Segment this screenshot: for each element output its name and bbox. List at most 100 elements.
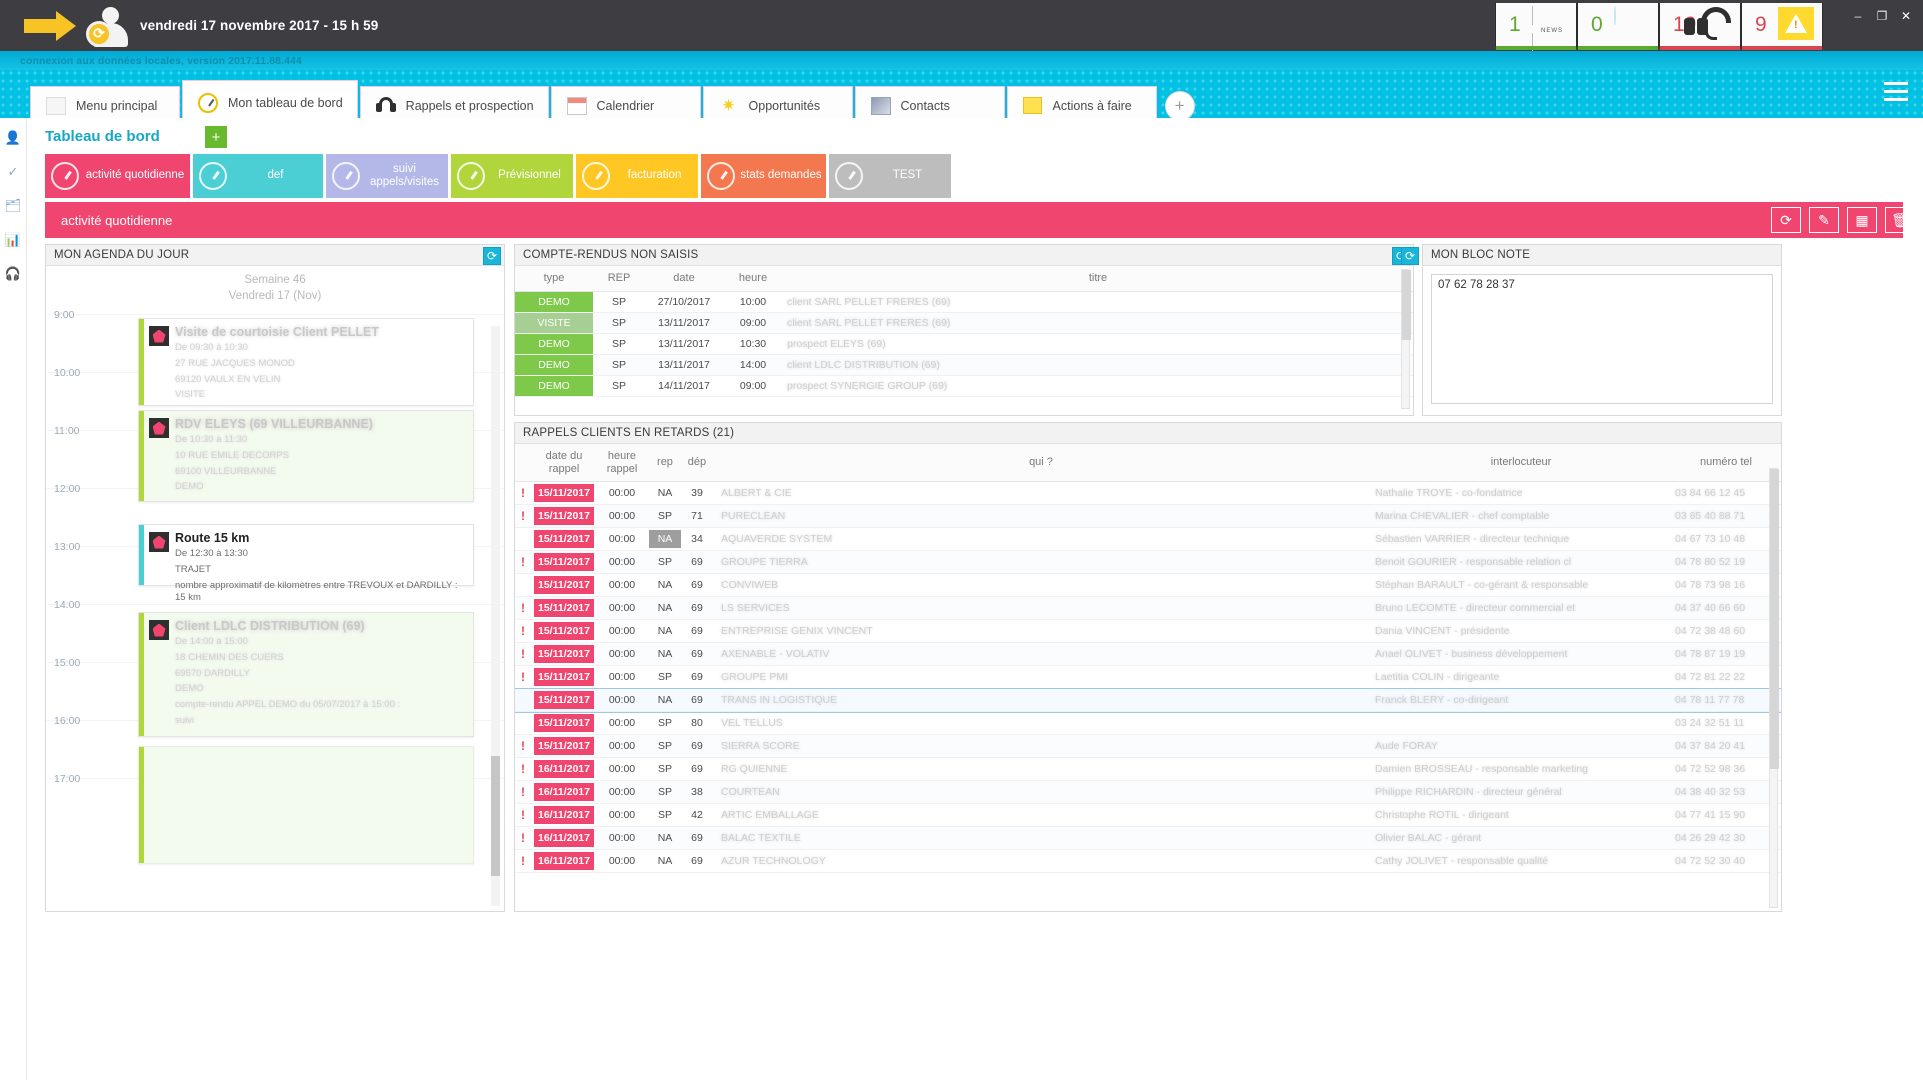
- sync-icon[interactable]: ⟳: [86, 20, 112, 47]
- user-avatar-icon[interactable]: ⟳: [86, 5, 130, 47]
- rail-folder-icon[interactable]: 🗂: [5, 198, 22, 214]
- table-row[interactable]: DEMO SP 13/11/2017 14:00 client LDLC DIS…: [515, 354, 1413, 376]
- table-row[interactable]: ! 15/11/2017 00:00 SP 71 PURECLEAN Marina CHEV…: [515, 504, 1781, 529]
- close-button[interactable]: ✕: [1895, 6, 1917, 26]
- tab-label: Opportunités: [748, 98, 821, 113]
- table-row[interactable]: ! 15/11/2017 00:00 NA 39 ALBERT & CIE Nathalie…: [515, 481, 1781, 506]
- tab-label: Calendrier: [596, 98, 655, 113]
- refresh-icon[interactable]: ⟳: [1771, 207, 1801, 233]
- agenda-event-empty[interactable]: [138, 746, 474, 864]
- rail-headset-icon[interactable]: 🎧: [5, 266, 21, 282]
- notification-calls[interactable]: 19: [1659, 3, 1741, 50]
- table-row[interactable]: VISITE SP 13/11/2017 09:00 client SARL P…: [515, 312, 1413, 334]
- bloc-note-textarea[interactable]: 07 62 78 28 37: [1431, 274, 1773, 404]
- dashtab-test[interactable]: TEST: [829, 154, 951, 198]
- col-numero-tel[interactable]: numéro tel: [1671, 444, 1781, 483]
- table-row[interactable]: ! 15/11/2017 00:00 SP 69 GROUPE TIERRA Benoit …: [515, 550, 1781, 575]
- dashtab-facturation[interactable]: facturation: [576, 154, 698, 198]
- cell-date-rappel: 15/11/2017: [531, 481, 597, 506]
- table-row[interactable]: ! 15/11/2017 00:00 SP 69 GROUPE PMI Laetitia C…: [515, 665, 1781, 690]
- col-interlocuteur[interactable]: interlocuteur: [1371, 444, 1671, 483]
- table-row[interactable]: 15/11/2017 00:00 NA 69 CONVIWEB Stéphan BARAU…: [515, 573, 1781, 598]
- table-row[interactable]: DEMO SP 13/11/2017 10:30 prospect ELEYS …: [515, 333, 1413, 355]
- rappels-scrollbar[interactable]: [1769, 468, 1779, 908]
- cell-numero-tel: 04 78 73 98 16: [1671, 573, 1781, 598]
- compte-rendus-panel: COMPTE-RENDUS NON SAISIS ⟳ type REP date…: [514, 244, 1414, 416]
- tab-label: Rappels et prospection: [405, 98, 534, 113]
- bloc-note-header: MON BLOC NOTE: [1423, 245, 1781, 266]
- cell-flag: !: [515, 665, 531, 690]
- cell-date-rappel: 16/11/2017: [531, 849, 597, 874]
- edit-icon[interactable]: ✎: [1809, 207, 1839, 233]
- cell-numero-tel: 04 77 41 15 90: [1671, 803, 1781, 828]
- agenda-event[interactable]: Route 15 km De 12:30 à 13:30 TRAJET nomb…: [138, 524, 474, 603]
- table-row[interactable]: DEMO SP 14/11/2017 09:00 prospect SYNERG…: [515, 375, 1413, 397]
- minimize-button[interactable]: –: [1847, 6, 1869, 26]
- cell-date: 13/11/2017: [645, 333, 723, 355]
- delete-icon[interactable]: 🗑: [1885, 207, 1915, 233]
- col-heure[interactable]: heure: [723, 266, 783, 292]
- cell-heure-rappel: 00:00: [596, 849, 647, 874]
- cell-qui: AQUAVERDE SYSTEM: [710, 527, 1371, 552]
- table-row[interactable]: ! 16/11/2017 00:00 SP 42 ARTIC EMBALLAGE Chris…: [515, 803, 1781, 828]
- table-row[interactable]: DEMO SP 27/10/2017 10:00 client SARL PEL…: [515, 291, 1413, 313]
- table-row[interactable]: ! 15/11/2017 00:00 SP 69 SIERRA SCORE Aude FOR…: [515, 734, 1781, 759]
- col-titre[interactable]: titre: [783, 266, 1413, 292]
- cell-flag: !: [515, 803, 531, 828]
- dashtab-def[interactable]: def: [193, 154, 323, 198]
- cell-date-rappel: 15/11/2017: [531, 665, 597, 690]
- rail-chart-icon[interactable]: 📊: [5, 232, 21, 248]
- agenda-event[interactable]: RDV ELEYS (69 VILLEURBANNE) De 10:30 à 1…: [138, 410, 474, 502]
- col-date-rappel[interactable]: date du rappel: [531, 444, 597, 483]
- table-row[interactable]: 15/11/2017 00:00 SP 80 VEL TELLUS 03 24 32 51…: [515, 711, 1781, 736]
- notification-news[interactable]: 1 NEWS: [1495, 3, 1577, 52]
- col-type[interactable]: type: [515, 266, 593, 292]
- agenda-scrollbar[interactable]: [491, 326, 500, 906]
- agenda-event[interactable]: Visite de courtoisie Client PELLET De 09…: [138, 318, 474, 406]
- dashtab-label: def: [267, 169, 284, 182]
- table-row[interactable]: ! 16/11/2017 00:00 SP 69 RG QUIENNE Damien BRO…: [515, 757, 1781, 782]
- agenda-refresh-icon[interactable]: ⟳: [483, 247, 501, 265]
- table-row[interactable]: ! 15/11/2017 00:00 NA 69 ENTREPRISE GENIX VIN…: [515, 619, 1781, 644]
- compte-rendus-scrollbar[interactable]: [1401, 269, 1411, 409]
- cell-heure-rappel: 00:00: [596, 527, 647, 552]
- col-rep[interactable]: rep: [646, 444, 683, 483]
- table-row[interactable]: ! 16/11/2017 00:00 NA 69 AZUR TECHNOLOGY Cathy…: [515, 849, 1781, 874]
- bloc-note-refresh-icon[interactable]: ⟳: [1401, 247, 1419, 265]
- col-heure-rappel[interactable]: heure rappel: [596, 444, 647, 483]
- table-row[interactable]: 15/11/2017 00:00 NA 34 AQUAVERDE SYSTEM Sébas…: [515, 527, 1781, 552]
- dashtab-suivi-appels-visites[interactable]: suivi appels/visites: [326, 154, 448, 198]
- contacts-icon: [870, 95, 892, 117]
- agenda-day-label: Vendredi 17 (Nov): [228, 290, 322, 302]
- menu-hamburger-button[interactable]: [1879, 74, 1913, 108]
- cell-flag: !: [515, 734, 531, 759]
- table-row[interactable]: ! 15/11/2017 00:00 NA 69 AXENABLE - VOLATIV An…: [515, 642, 1781, 667]
- col-rep[interactable]: REP: [593, 266, 645, 292]
- cell-qui: BALAC TEXTILE: [710, 826, 1371, 851]
- col-qui[interactable]: qui ?: [710, 444, 1371, 483]
- dashtab-activite-quotidienne[interactable]: activité quotidienne: [45, 154, 190, 198]
- arrow-right-icon[interactable]: [22, 9, 78, 43]
- add-tab-button[interactable]: +: [1164, 91, 1195, 121]
- cell-date: 13/11/2017: [645, 312, 723, 334]
- layout-icon[interactable]: ▦: [1847, 207, 1877, 233]
- dashtab-previsionnel[interactable]: Prévisionnel: [451, 154, 573, 198]
- rail-user-icon[interactable]: 👤: [5, 130, 21, 146]
- cell-date-rappel: 15/11/2017: [531, 619, 597, 644]
- col-date[interactable]: date: [645, 266, 723, 292]
- rail-check-icon[interactable]: ✓: [8, 164, 19, 180]
- maximize-button[interactable]: ❐: [1871, 6, 1893, 26]
- add-dashboard-button[interactable]: +: [205, 126, 227, 148]
- table-row[interactable]: 15/11/2017 00:00 NA 69 TRANS IN LOGISTIQUE Fr…: [515, 687, 1781, 713]
- table-row[interactable]: ! 16/11/2017 00:00 SP 38 COURTEAN Philippe RIC…: [515, 780, 1781, 805]
- dashtab-stats-demandes[interactable]: stats demandes: [701, 154, 826, 198]
- table-row[interactable]: ! 15/11/2017 00:00 NA 69 LS SERVICES Bruno LEC…: [515, 596, 1781, 621]
- agenda-grid[interactable]: 9:00 10:00 11:00 12:00 13:00 14:00 15:00…: [46, 309, 504, 912]
- col-dep[interactable]: dép: [682, 444, 711, 483]
- cell-interlocuteur: Cathy JOLIVET - responsable qualité: [1371, 849, 1671, 874]
- agenda-event[interactable]: Client LDLC DISTRIBUTION (69) De 14:00 à…: [138, 612, 474, 737]
- type-badge: VISITE: [515, 312, 593, 333]
- table-row[interactable]: ! 16/11/2017 00:00 NA 69 BALAC TEXTILE Olivier…: [515, 826, 1781, 851]
- notification-chat[interactable]: 0: [1577, 3, 1659, 50]
- notification-alerts[interactable]: 9: [1741, 3, 1823, 50]
